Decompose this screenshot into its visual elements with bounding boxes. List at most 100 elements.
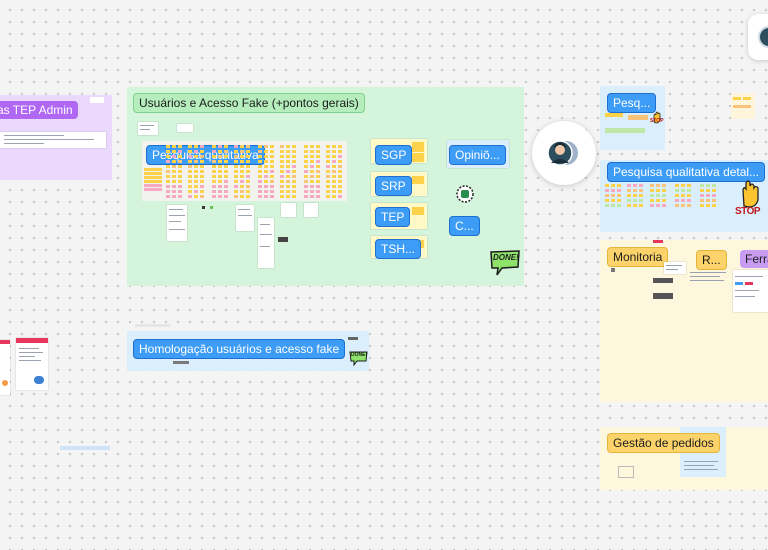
section-label-opinioes[interactable]: Opiniõ...: [449, 145, 506, 165]
sticky-note: [292, 195, 296, 198]
sticky-note: [264, 155, 268, 158]
sticky-note: [412, 176, 424, 184]
sticky-note: [178, 155, 182, 158]
sticky-note: [656, 204, 660, 207]
sticky-note: [662, 194, 666, 197]
doc-thumbnail: [0, 340, 10, 395]
section-label-srp[interactable]: SRP: [375, 176, 412, 196]
sticky-note: [246, 155, 250, 158]
sticky-note: [611, 194, 615, 197]
sticky-note: [212, 155, 216, 158]
done-sticker-text: DONE!: [351, 352, 368, 358]
sticky-note: [338, 180, 342, 183]
sticky-note: [166, 195, 170, 198]
sticky-note: [662, 189, 666, 192]
section-label-pesq[interactable]: Pesq...: [607, 93, 657, 113]
sticky-note: [246, 175, 250, 178]
sticky-note: [338, 190, 342, 193]
sticky-note: [412, 207, 424, 215]
sticky-note: [617, 204, 621, 207]
section-label-homologacao[interactable]: Homologação usuários e acesso fake: [133, 339, 346, 359]
stop-hand-icon: STOP: [650, 110, 664, 124]
sticky-note: [212, 185, 216, 188]
sticky-note: [326, 185, 330, 188]
sticky-note: [687, 189, 691, 192]
sticky-note: [338, 155, 342, 158]
section-label-c[interactable]: C...: [449, 216, 480, 236]
sticky-note: [200, 185, 204, 188]
sticky-note: [332, 165, 336, 168]
sticky-note: [166, 185, 170, 188]
collaborator-avatar-bubble[interactable]: [532, 121, 596, 185]
sticky-note: [316, 185, 320, 188]
sticky-note: [270, 170, 274, 173]
sticky-note: [304, 170, 308, 173]
sticky-note: [292, 175, 296, 178]
sticky-note: [188, 145, 192, 148]
sticky-note: [246, 165, 250, 168]
sticky-note: [675, 204, 679, 207]
sticky-note: [326, 175, 330, 178]
sticky-note: [270, 155, 274, 158]
sticky-note: [218, 165, 222, 168]
sticky-note: [712, 199, 716, 202]
section-label-r[interactable]: R...: [696, 250, 727, 270]
sticky-note: [310, 150, 314, 153]
sticky-note: [286, 180, 290, 183]
sticky-note: [270, 185, 274, 188]
sticky-note: [258, 185, 262, 188]
section-label-tep[interactable]: TEP: [375, 207, 411, 227]
sticky-note: [200, 165, 204, 168]
sticky-note: [316, 190, 320, 193]
section-label-tsh[interactable]: TSH...: [375, 239, 422, 259]
sticky-note: [656, 199, 660, 202]
sticky-note: [326, 155, 330, 158]
sticky-note: [310, 160, 314, 163]
sticky-note: [286, 145, 290, 148]
sticky-note: [234, 170, 238, 173]
sticky-note: [280, 160, 284, 163]
sticky-note: [687, 204, 691, 207]
sticky-note: [246, 185, 250, 188]
sticky-note: [280, 185, 284, 188]
sticky-note: [246, 195, 250, 198]
user-avatar-chip[interactable]: [748, 14, 768, 60]
sticky-note: [194, 195, 198, 198]
section-label-gestao[interactable]: Gestão de pedidos: [607, 433, 720, 453]
sticky-note: [218, 145, 222, 148]
sticky-note: [234, 195, 238, 198]
sticky-note: [681, 189, 685, 192]
sticky-note: [218, 160, 222, 163]
section-label-tep-admin[interactable]: as TEP Admin: [0, 101, 78, 119]
sticky-note: [212, 145, 216, 148]
sticky-note: [178, 160, 182, 163]
tiny-thumbnail: [611, 268, 615, 272]
section-label-monitoria[interactable]: Monitoria: [607, 247, 669, 267]
sticky-note: [316, 150, 320, 153]
tiny-thumbnail: [173, 361, 189, 364]
sticky-note: [194, 190, 198, 193]
section-label-sgp[interactable]: SGP: [375, 145, 413, 165]
sticky-note: [338, 170, 342, 173]
section-label-ferra[interactable]: Ferra: [740, 250, 768, 268]
sticky-note: [639, 184, 643, 187]
sticky-note: [234, 150, 238, 153]
sticky-note: [234, 160, 238, 163]
sticky-note: [338, 185, 342, 188]
sticky-note: [681, 194, 685, 197]
sticky-note: [240, 160, 244, 163]
sticky-note: [166, 165, 170, 168]
sticky-note: [212, 150, 216, 153]
sticky-note: [258, 180, 262, 183]
sticky-note: [639, 194, 643, 197]
sticky-note: [650, 204, 654, 207]
sticky-note: [304, 155, 308, 158]
sticky-note: [310, 155, 314, 158]
sticky-note: [224, 175, 228, 178]
sticky-note: [304, 185, 308, 188]
sticky-note: [286, 190, 290, 193]
sticky-note: [246, 160, 250, 163]
section-label-usuarios[interactable]: Usuários e Acesso Fake (+pontos gerais): [133, 93, 365, 113]
sticky-note: [166, 175, 170, 178]
sticky-note: [194, 170, 198, 173]
